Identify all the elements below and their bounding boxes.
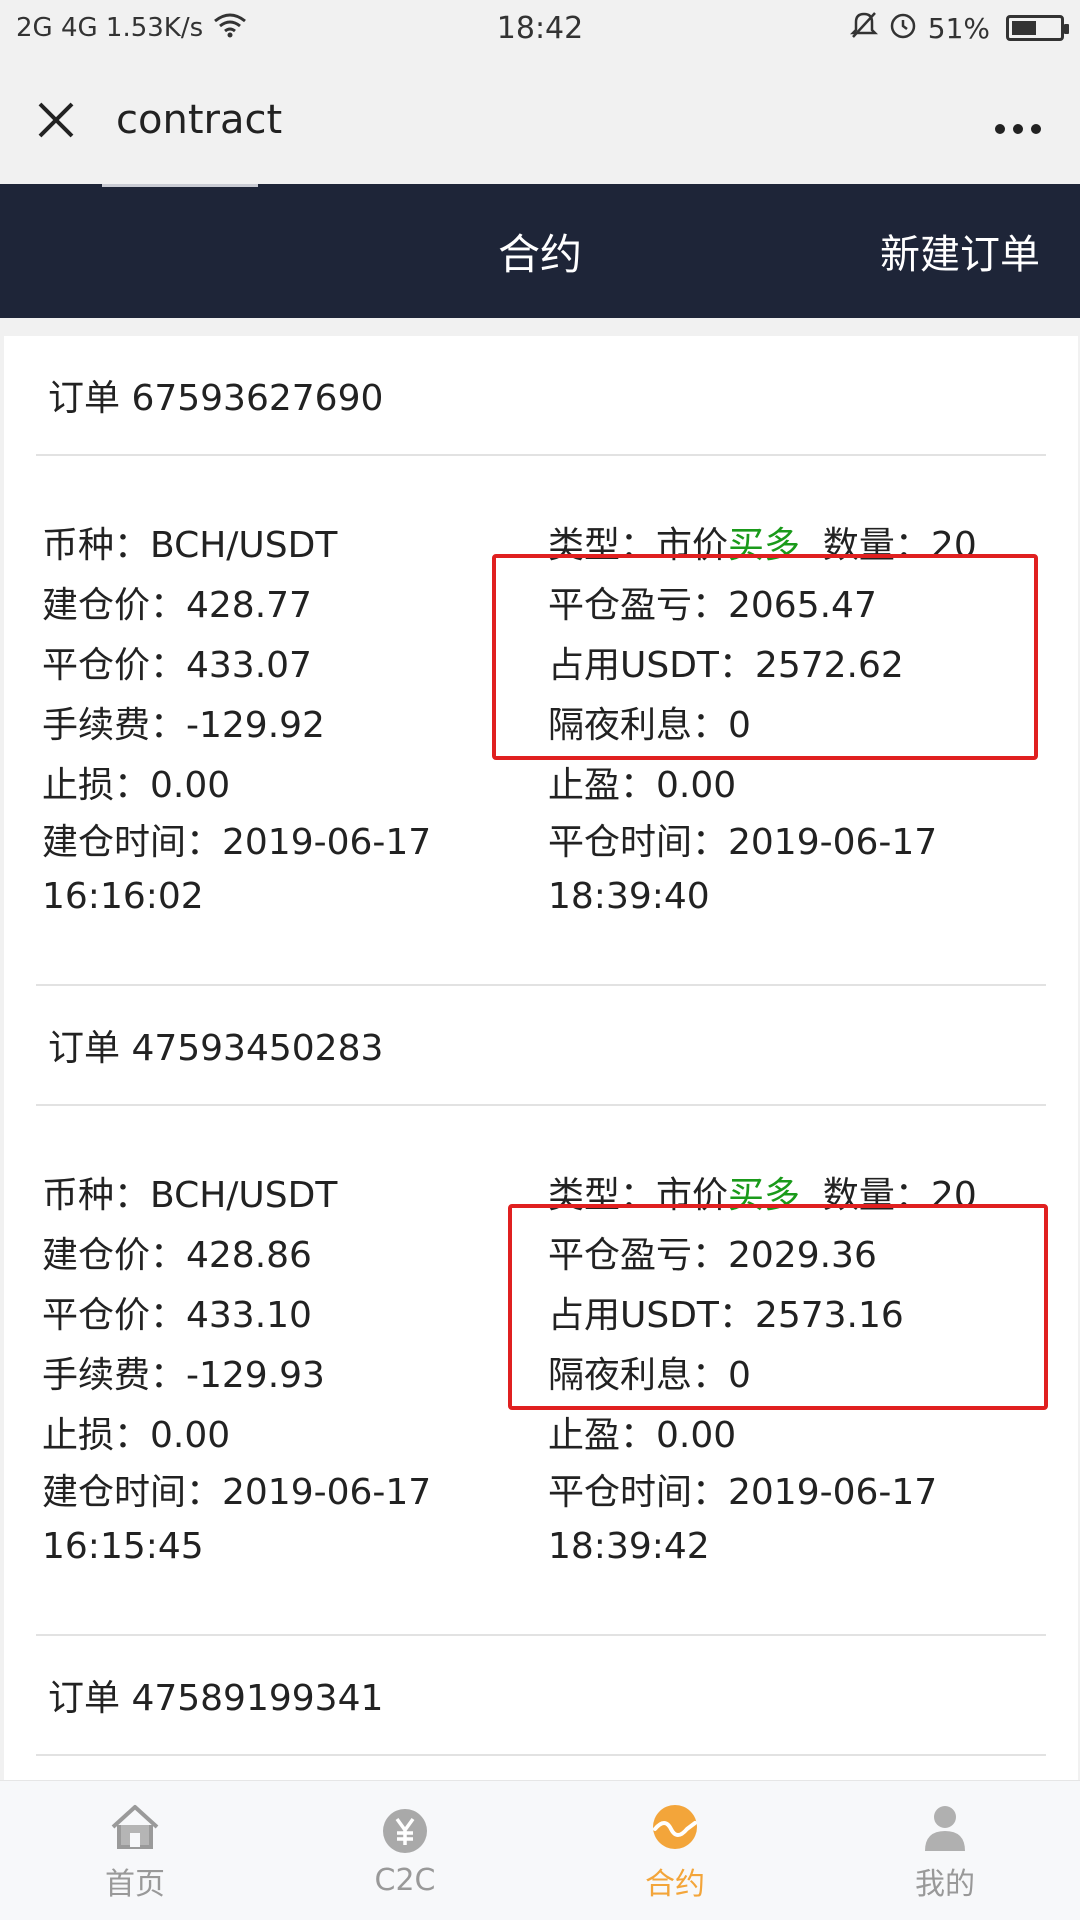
order-type: 类型：市价买多 数量：20 (544, 1166, 1046, 1226)
page-title: contract (116, 97, 283, 143)
alarm-icon (888, 10, 918, 47)
quantity: 数量：20 (822, 525, 977, 566)
battery-percent: 51% (927, 11, 990, 45)
profile-icon (925, 1805, 965, 1851)
fee: 手续费：-129.92 (42, 705, 325, 746)
close-pnl: 平仓盈亏：2065.47 (548, 585, 877, 626)
nav-profile-label: 我的 (915, 1866, 975, 1902)
take-profit: 止盈：0.00 (548, 765, 737, 806)
order-left-col: 币种：BCH/USDT 建仓价：428.77 平仓价：433.07 手续费：-1… (42, 516, 544, 924)
order-card: 订单 47593450283 币种：BCH/USDT 建仓价：428.86 平仓… (4, 986, 1078, 1636)
close-button[interactable] (30, 94, 82, 146)
order-id[interactable]: 订单 47589199341 (36, 1636, 1046, 1756)
order-list[interactable]: 订单 67593627690 币种：BCH/USDT 建仓价：428.77 平仓… (4, 336, 1078, 1780)
order-right-col: 类型：市价买多 数量：20 平仓盈亏：2065.47 占用USDT：2572.6… (544, 516, 1046, 924)
open-time: 建仓时间：2019-06-17 16:15:45 (42, 1472, 432, 1567)
app-header: 合约 新建订单 (0, 184, 1080, 318)
order-id[interactable]: 订单 47593450283 (36, 986, 1046, 1106)
new-order-button[interactable]: 新建订单 (880, 184, 1040, 318)
nav-home-label: 首页 (105, 1866, 165, 1902)
nav-contract-label: 合约 (645, 1866, 705, 1902)
order-left-col: 币种：BCH/USDT 建仓价：428.86 平仓价：433.10 手续费：-1… (42, 1166, 544, 1574)
contract-icon (653, 1804, 697, 1849)
order-details: 币种：BCH/USDT 建仓价：428.86 平仓价：433.10 手续费：-1… (36, 1106, 1048, 1636)
type-prefix: 类型：市价 (548, 525, 729, 566)
used-usdt: 占用USDT：2573.16 (548, 1295, 904, 1336)
home-icon (111, 1804, 159, 1849)
open-time: 建仓时间：2019-06-17 16:16:02 (42, 822, 432, 917)
order-type: 类型：市价买多 数量：20 (544, 516, 1046, 576)
order-right-col: 类型：市价买多 数量：20 平仓盈亏：2029.36 占用USDT：2573.1… (544, 1166, 1046, 1574)
close-icon (38, 102, 74, 138)
battery-icon (1006, 15, 1069, 41)
nav-contract[interactable]: 合约 (540, 1781, 810, 1920)
status-bar: 2G 4G 1.53K/s 18:42 51% (0, 0, 1080, 56)
close-time: 平仓时间：2019-06-17 18:39:42 (548, 1472, 938, 1567)
order-id[interactable]: 订单 67593627690 (36, 336, 1046, 456)
type-prefix: 类型：市价 (548, 1175, 729, 1216)
used-usdt: 占用USDT：2572.62 (548, 645, 904, 686)
nav-c2c-label: C2C (374, 1863, 436, 1898)
open-price: 建仓价：428.86 (42, 1235, 312, 1276)
bottom-nav: 首页 C2C 合约 我的 (0, 1780, 1080, 1920)
status-right: 51% (849, 10, 1069, 47)
order-card: 订单 67593627690 币种：BCH/USDT 建仓价：428.77 平仓… (4, 336, 1078, 986)
mute-bell-icon (849, 10, 878, 47)
stop-loss: 止损：0.00 (42, 765, 231, 806)
overnight-interest: 隔夜利息：0 (548, 1355, 751, 1396)
more-button[interactable] (994, 95, 1050, 146)
wifi-icon (213, 12, 247, 45)
order-details: 币种：BCH/USDT 建仓价：428.77 平仓价：433.07 手续费：-1… (36, 456, 1046, 986)
close-pnl: 平仓盈亏：2029.36 (548, 1235, 877, 1276)
close-price: 平仓价：433.10 (42, 1295, 312, 1336)
nav-c2c[interactable]: C2C (270, 1781, 540, 1920)
direction-long: 买多 (728, 525, 801, 566)
network-status: 2G 4G 1.53K/s (16, 13, 204, 43)
open-price: 建仓价：428.77 (42, 585, 312, 626)
overnight-interest: 隔夜利息：0 (548, 705, 751, 746)
direction-long: 买多 (728, 1175, 801, 1216)
nav-profile[interactable]: 我的 (810, 1781, 1080, 1920)
close-price: 平仓价：433.07 (42, 645, 312, 686)
webview-title-bar: contract (0, 56, 1080, 184)
status-left: 2G 4G 1.53K/s (16, 12, 247, 45)
c2c-icon (383, 1809, 427, 1853)
close-time: 平仓时间：2019-06-17 18:39:40 (548, 822, 938, 917)
stop-loss: 止损：0.00 (42, 1415, 231, 1456)
coin-pair: 币种：BCH/USDT (42, 1175, 338, 1216)
quantity: 数量：20 (822, 1175, 977, 1216)
more-icon (995, 123, 1041, 134)
order-card: 订单 47589199341 (4, 1636, 1078, 1756)
nav-home[interactable]: 首页 (0, 1781, 270, 1920)
fee: 手续费：-129.93 (42, 1355, 325, 1396)
coin-pair: 币种：BCH/USDT (42, 525, 338, 566)
take-profit: 止盈：0.00 (548, 1415, 737, 1456)
